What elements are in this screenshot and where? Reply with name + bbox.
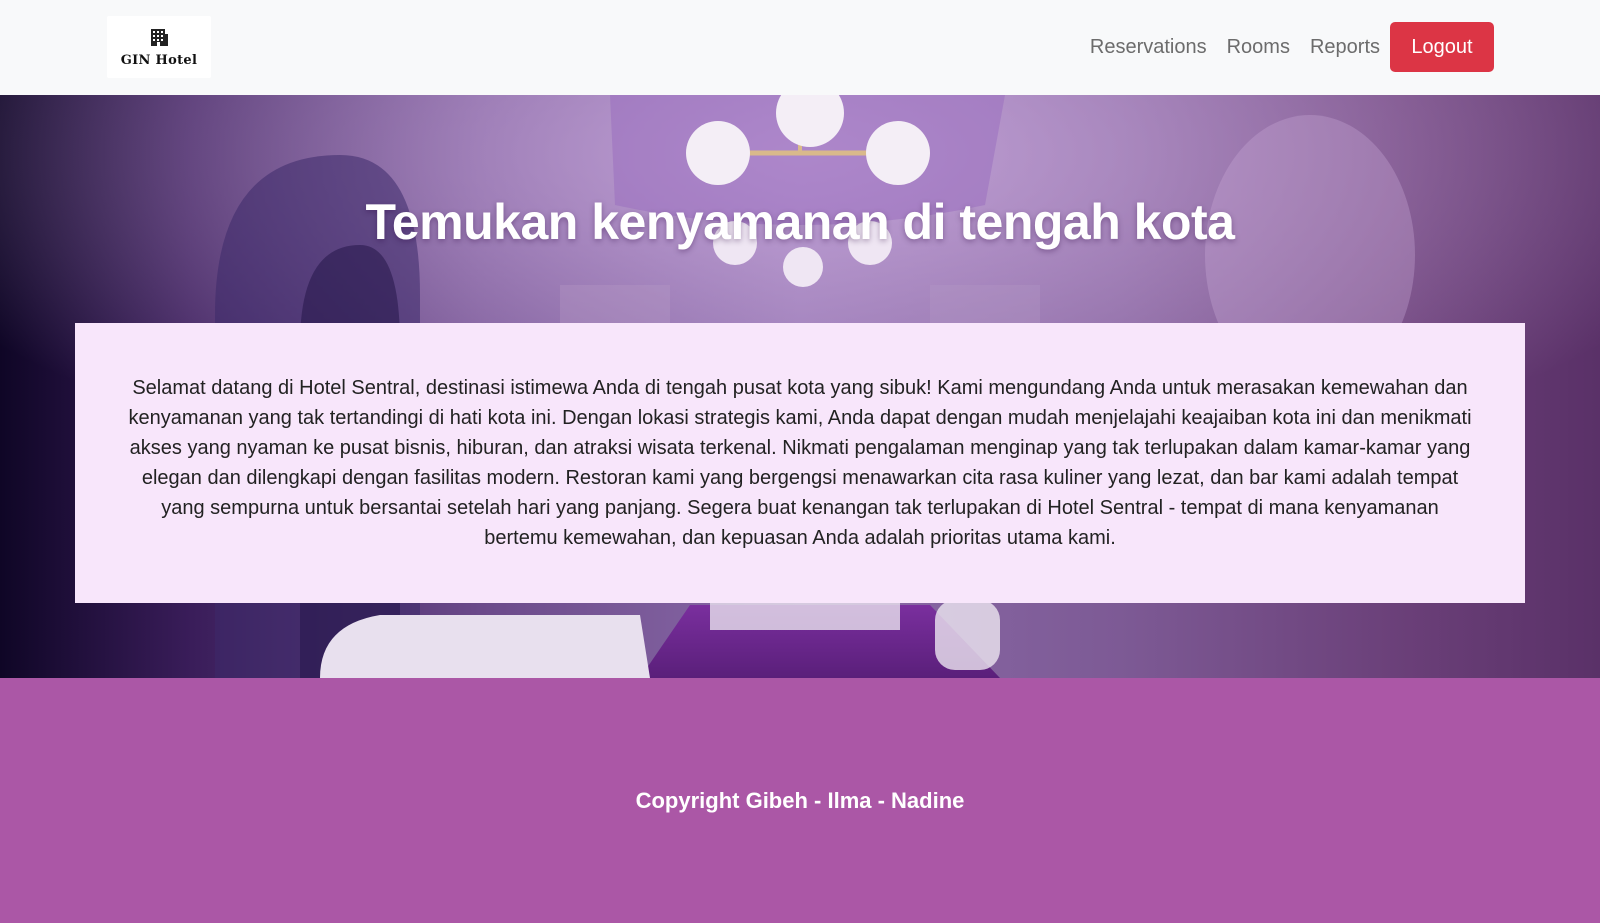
brand-logo[interactable]: GIN Hotel bbox=[107, 16, 211, 78]
footer: Copyright Gibeh - Ilma - Nadine bbox=[0, 678, 1600, 923]
nav-link-rooms[interactable]: Rooms bbox=[1227, 36, 1290, 59]
hotel-building-icon bbox=[151, 28, 168, 46]
welcome-text: Selamat datang di Hotel Sentral, destina… bbox=[128, 377, 1472, 549]
hero-section: Temukan kenyamanan di tengah kota Selama… bbox=[0, 95, 1600, 678]
copyright-text: Copyright Gibeh - Ilma - Nadine bbox=[635, 788, 965, 813]
nav-link-reservations[interactable]: Reservations bbox=[1090, 36, 1207, 59]
logout-button[interactable]: Logout bbox=[1390, 22, 1494, 72]
brand-name: GIN Hotel bbox=[120, 52, 198, 68]
main-nav: Reservations Rooms Reports Logout bbox=[1090, 22, 1494, 72]
nav-link-reports[interactable]: Reports bbox=[1310, 36, 1380, 59]
navbar: GIN Hotel Reservations Rooms Reports Log… bbox=[0, 0, 1600, 95]
hero-title: Temukan kenyamanan di tengah kota bbox=[365, 194, 1235, 250]
welcome-card: Selamat datang di Hotel Sentral, destina… bbox=[75, 323, 1525, 603]
